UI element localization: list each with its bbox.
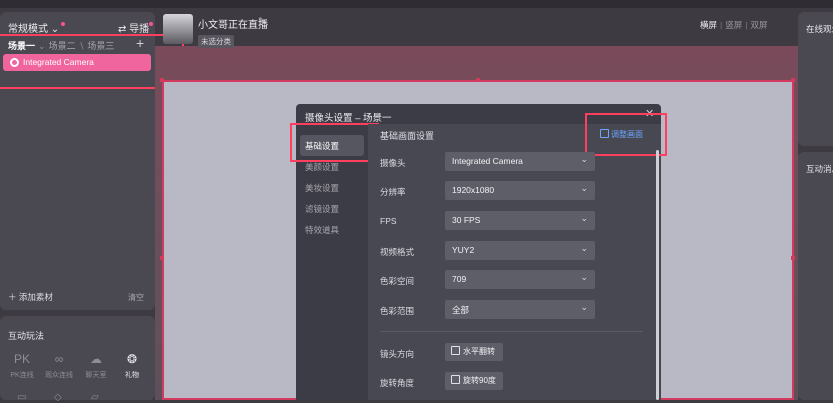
pk-label: PK连线 bbox=[10, 372, 34, 379]
interaction-messages-title: 互动消息 bbox=[806, 164, 833, 174]
color-range-label: 色彩范围 bbox=[380, 306, 415, 316]
avatar[interactable] bbox=[163, 14, 193, 44]
edit-icon[interactable]: ✎ bbox=[258, 16, 266, 27]
director-button[interactable]: ⇄ 导播 bbox=[118, 20, 154, 35]
plus-icon: ＋ bbox=[8, 292, 17, 302]
gift-button[interactable]: ❂ 礼物 bbox=[117, 352, 147, 380]
nav-makeup-settings[interactable]: 美妆设置 bbox=[300, 177, 364, 198]
audience-link-button[interactable]: ∞ 观众连线 bbox=[44, 352, 74, 380]
interaction-messages-panel bbox=[798, 152, 833, 400]
resize-handle[interactable] bbox=[476, 78, 480, 82]
color-range-select[interactable]: 全部 ⌄ bbox=[445, 300, 595, 319]
camera-select[interactable]: Integrated Camera ⌄ bbox=[445, 152, 595, 171]
resize-handle[interactable] bbox=[160, 78, 164, 82]
video-format-select[interactable]: YUY2 ⌄ bbox=[445, 241, 595, 260]
resize-handle[interactable] bbox=[791, 256, 795, 260]
chevron-down-icon: ⌄ bbox=[580, 183, 588, 193]
fps-select[interactable]: 30 FPS ⌄ bbox=[445, 211, 595, 230]
resolution-label: 分辨率 bbox=[380, 187, 406, 197]
chat-icon: ☁ bbox=[90, 352, 102, 366]
camera-label: 摄像头 bbox=[380, 158, 406, 168]
gift-label: 礼物 bbox=[125, 372, 139, 379]
resolution-select[interactable]: 1920x1080 ⌄ bbox=[445, 181, 595, 200]
dialog-title: 摄像头设置 – 场景一 bbox=[305, 113, 392, 124]
more-icon[interactable]: ◇ bbox=[54, 392, 62, 403]
resize-handle[interactable] bbox=[791, 78, 795, 82]
mirror-label: 镜头方向 bbox=[380, 349, 415, 359]
notification-dot bbox=[61, 22, 66, 26]
section-title: 基础画面设置 bbox=[380, 131, 435, 141]
color-space-label: 色彩空间 bbox=[380, 276, 415, 286]
add-material-label: 添加素材 bbox=[18, 292, 53, 302]
highlight-box bbox=[585, 113, 667, 156]
category-badge[interactable]: 未选分类 bbox=[198, 35, 234, 48]
color-space-value: 709 bbox=[452, 274, 467, 284]
video-format-label: 视频格式 bbox=[380, 247, 415, 257]
online-audience-title: 在线观众 bbox=[806, 24, 833, 34]
nav-filter-settings[interactable]: 滤镜设置 bbox=[300, 198, 364, 219]
window-titlebar bbox=[0, 0, 833, 8]
color-space-select[interactable]: 709 ⌄ bbox=[445, 270, 595, 289]
camera-value: Integrated Camera bbox=[452, 156, 523, 166]
scrollbar[interactable] bbox=[656, 150, 659, 400]
clear-button[interactable]: 清空 bbox=[128, 292, 144, 303]
mode-selector[interactable]: 常规模式 ⌄ bbox=[8, 20, 66, 35]
more-icon[interactable]: ▱ bbox=[91, 392, 99, 403]
chatroom-label: 聊天室 bbox=[85, 372, 107, 379]
chevron-down-icon: ⌄ bbox=[580, 272, 588, 282]
rotate-90-button[interactable]: 旋转90度 bbox=[445, 372, 503, 390]
chevron-down-icon: ⌄ bbox=[580, 154, 588, 164]
add-material-button[interactable]: ＋ 添加素材 bbox=[8, 291, 53, 303]
audience-link-label: 观众连线 bbox=[45, 372, 73, 379]
flip-icon bbox=[451, 346, 460, 355]
video-format-value: YUY2 bbox=[452, 245, 475, 255]
rotation-label: 旋转角度 bbox=[380, 378, 415, 388]
resolution-value: 1920x1080 bbox=[452, 185, 495, 195]
highlight-box bbox=[290, 123, 379, 162]
tab-dual[interactable]: 双屏 bbox=[750, 20, 767, 30]
fps-value: 30 FPS bbox=[452, 215, 481, 225]
flip-horizontal-button[interactable]: 水平翻转 bbox=[445, 343, 503, 361]
chevron-down-icon: ⌄ bbox=[580, 243, 588, 253]
chatroom-button[interactable]: ☁ 聊天室 bbox=[81, 352, 111, 380]
flip-horizontal-label: 水平翻转 bbox=[463, 347, 495, 356]
layout-switch: 横屏 | 竖屏 | 双屏 bbox=[700, 20, 768, 30]
divider bbox=[380, 331, 643, 332]
fps-label: FPS bbox=[380, 216, 397, 226]
color-range-value: 全部 bbox=[452, 305, 470, 315]
rotate-90-label: 旋转90度 bbox=[463, 376, 496, 385]
more-icon[interactable]: ▭ bbox=[17, 392, 26, 403]
pk-icon: PK bbox=[13, 352, 30, 366]
rotate-icon bbox=[451, 375, 460, 384]
link-icon: ∞ bbox=[54, 352, 64, 366]
notification-dot bbox=[149, 22, 154, 26]
chevron-down-icon: ⌄ bbox=[580, 213, 588, 223]
resize-handle[interactable] bbox=[160, 256, 164, 260]
pk-button[interactable]: PK PK连线 bbox=[7, 352, 37, 380]
gift-icon: ❂ bbox=[126, 352, 138, 366]
chevron-down-icon: ⌄ bbox=[580, 302, 588, 312]
interaction-title: 互动玩法 bbox=[8, 331, 45, 341]
tab-landscape[interactable]: 横屏 bbox=[700, 20, 717, 30]
tab-portrait[interactable]: 竖屏 bbox=[725, 20, 742, 30]
nav-effects[interactable]: 特效道具 bbox=[300, 219, 364, 240]
